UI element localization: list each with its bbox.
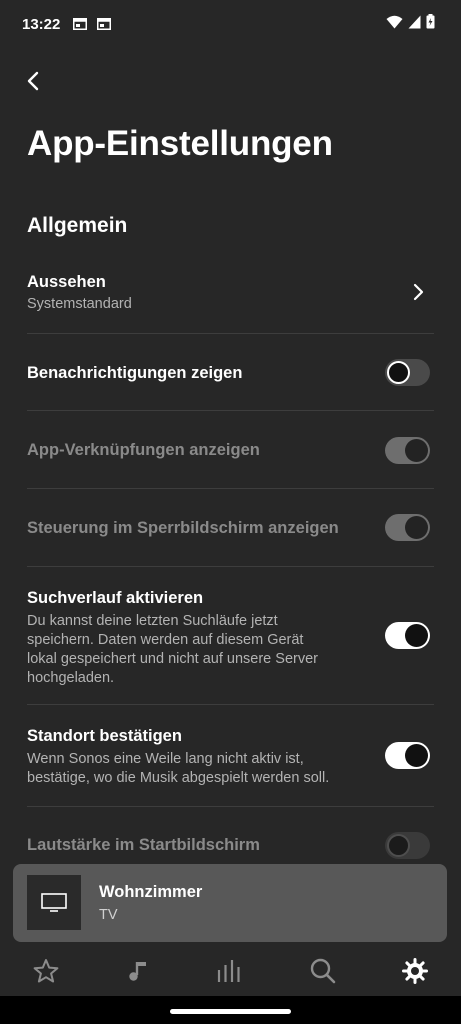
now-playing-source: TV xyxy=(99,907,118,923)
signal-icon xyxy=(408,15,421,28)
homescreen-volume-title: Lautstärke im Startbildschirm xyxy=(27,836,260,854)
now-playing-art xyxy=(27,875,81,930)
app-notification-icon xyxy=(73,18,87,30)
status-time: 13:22 xyxy=(22,16,61,33)
toggle-knob xyxy=(405,516,428,539)
system-navigation-bar xyxy=(0,996,461,1024)
star-icon xyxy=(33,959,59,983)
tab-music[interactable] xyxy=(122,954,156,988)
app-shortcuts-toggle xyxy=(385,437,430,464)
back-button[interactable] xyxy=(16,64,50,98)
now-playing-bar[interactable]: Wohnzimmer TV xyxy=(13,864,447,942)
toggle-knob xyxy=(405,439,428,462)
search-history-description: Du kannst deine letzten Suchläufe jetzt … xyxy=(27,613,318,686)
confirm-location-description: Wenn Sonos eine Weile lang nicht aktiv i… xyxy=(27,751,330,786)
toggle-knob xyxy=(387,834,410,857)
appearance-value: Systemstandard xyxy=(27,296,132,312)
lockscreen-controls-title: Steuerung im Sperrbildschirm anzeigen xyxy=(27,519,339,537)
toggle-knob xyxy=(387,361,410,384)
confirm-location-title: Standort bestätigen xyxy=(27,727,182,745)
app-shortcuts-title: App-Verknüpfungen anzeigen xyxy=(27,441,260,459)
homescreen-volume-toggle xyxy=(385,832,430,859)
gear-icon xyxy=(402,958,428,984)
tab-bar xyxy=(0,946,461,996)
battery-charging-icon xyxy=(426,14,435,29)
search-history-toggle[interactable] xyxy=(385,622,430,649)
app-notification-icon xyxy=(97,18,111,30)
home-gesture-handle[interactable] xyxy=(170,1009,291,1014)
chevron-left-icon xyxy=(27,71,39,91)
notifications-title: Benachrichtigungen zeigen xyxy=(27,364,243,382)
section-title: Allgemein xyxy=(27,214,128,237)
toggle-knob xyxy=(405,744,428,767)
wifi-icon xyxy=(386,15,403,28)
now-playing-room: Wohnzimmer xyxy=(99,883,203,901)
lockscreen-controls-toggle xyxy=(385,514,430,541)
page-title: App-Einstellungen xyxy=(27,124,333,163)
appearance-title: Aussehen xyxy=(27,273,106,291)
notifications-toggle[interactable] xyxy=(385,359,430,386)
tab-favorites[interactable] xyxy=(29,954,63,988)
appearance-row[interactable]: Aussehen Systemstandard xyxy=(0,262,461,334)
search-icon xyxy=(310,958,336,984)
status-bar: 13:22 xyxy=(0,0,461,50)
music-note-icon xyxy=(129,962,146,981)
tv-icon xyxy=(41,892,67,912)
tab-settings[interactable] xyxy=(398,954,432,988)
confirm-location-toggle[interactable] xyxy=(385,742,430,769)
search-history-title: Suchverlauf aktivieren xyxy=(27,589,204,607)
equalizer-icon xyxy=(217,960,240,982)
toggle-knob xyxy=(405,624,428,647)
tab-rooms[interactable] xyxy=(213,954,247,988)
chevron-right-icon xyxy=(413,283,424,301)
tab-search[interactable] xyxy=(306,954,340,988)
